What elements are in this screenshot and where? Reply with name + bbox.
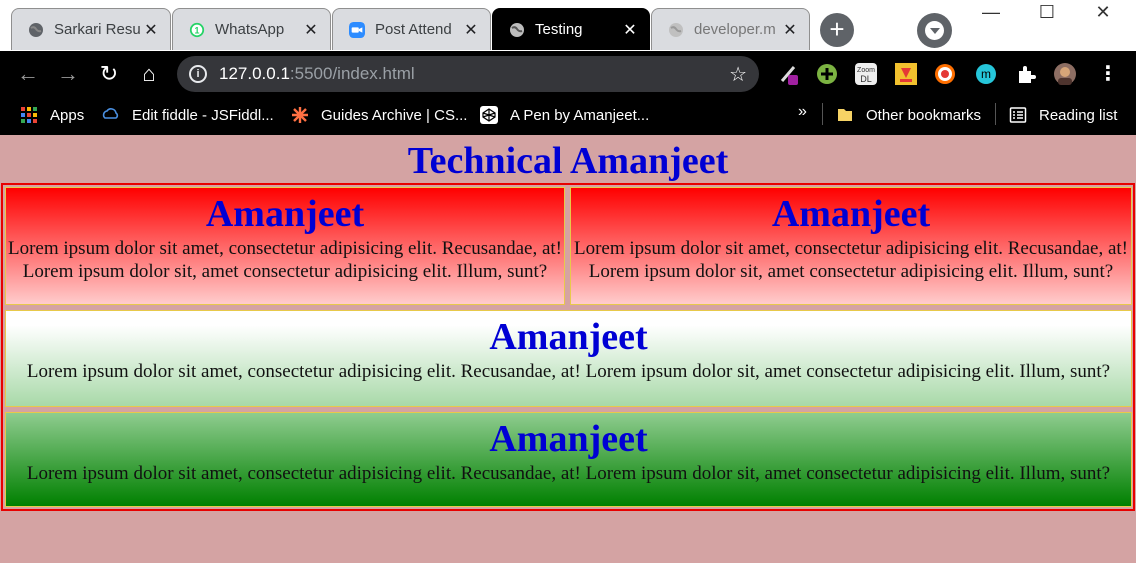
browser-toolbar: ← → ↻ ⌂ i 127.0.0.1:5500/index.html ☆ Zo… — [0, 51, 1136, 96]
tab-sarkari[interactable]: Sarkari Resu ✕ — [11, 8, 171, 50]
close-tab-icon[interactable]: ✕ — [621, 20, 639, 40]
card-heading: Amanjeet — [489, 316, 648, 358]
maximize-button[interactable]: ☐ — [1024, 0, 1070, 26]
profile-avatar[interactable] — [1054, 63, 1076, 85]
globe-icon — [509, 22, 525, 38]
card-text: Lorem ipsum dolor sit amet, consectetur … — [573, 238, 1128, 282]
tab-testing[interactable]: Testing ✕ — [492, 8, 650, 50]
whatsapp-icon: 1 — [189, 22, 205, 38]
bookmark-label: Edit fiddle - JSFiddl... — [132, 106, 274, 124]
close-window-button[interactable]: ✕ — [1080, 0, 1126, 26]
tab-title: Post Attend — [375, 21, 452, 38]
page-content: Technical Amanjeet Amanjeet Lorem ipsum … — [0, 135, 1136, 563]
bookmark-jsfiddle[interactable]: Edit fiddle - JSFiddl... — [102, 105, 274, 125]
card-top-right: Amanjeet Lorem ipsum dolor sit amet, con… — [570, 187, 1132, 305]
zoom-icon — [349, 21, 365, 38]
screen-recorder-extension-icon[interactable] — [934, 63, 956, 85]
folder-icon — [838, 109, 852, 121]
forward-arrow-icon[interactable]: → — [53, 59, 83, 89]
bookmark-label: Apps — [50, 106, 85, 124]
m-extension-icon[interactable]: m — [975, 63, 997, 85]
card-text: Lorem ipsum dolor sit amet, consectetur … — [8, 238, 563, 282]
bookmark-divider — [995, 103, 996, 125]
zoom-dl-extension-icon[interactable]: Zoom DL — [855, 63, 877, 85]
bookmark-divider — [822, 103, 823, 125]
bookmark-other[interactable]: Other bookmarks — [836, 105, 981, 125]
bookmark-label: A Pen by Amanjeet... — [510, 106, 650, 124]
tab-strip: Sarkari Resu ✕ 1 WhatsApp ✕ Post Attend … — [0, 0, 1136, 51]
close-tab-icon[interactable]: ✕ — [462, 20, 480, 40]
whatsapp-badge: 1 — [195, 25, 200, 35]
site-info-icon[interactable]: i — [189, 65, 207, 83]
download-extension-icon[interactable] — [895, 63, 917, 85]
svg-text:Zoom: Zoom — [857, 67, 875, 74]
tab-whatsapp[interactable]: 1 WhatsApp ✕ — [172, 8, 331, 50]
browser-menu-icon[interactable]: ⋮ — [1098, 61, 1118, 87]
bookmarks-bar: Apps Edit fiddle - JSFiddl... Guides Arc… — [0, 96, 1136, 135]
jsfiddle-icon — [102, 108, 119, 119]
bookmark-css-tricks[interactable]: Guides Archive | CS... — [291, 105, 467, 125]
more-bookmarks-icon[interactable]: » — [798, 103, 807, 121]
puzzle-extensions-icon[interactable] — [1015, 63, 1037, 85]
back-arrow-icon[interactable]: ← — [13, 59, 43, 89]
svg-text:DL: DL — [860, 74, 872, 84]
minimize-button[interactable]: — — [968, 0, 1014, 26]
bookmark-label: Reading list — [1039, 106, 1118, 124]
add-extension-icon[interactable] — [816, 63, 838, 85]
tab-title: Testing — [535, 21, 583, 38]
url-text: 127.0.0.1:5500/index.html — [219, 64, 415, 83]
globe-icon — [668, 22, 684, 38]
close-tab-icon[interactable]: ✕ — [142, 20, 160, 40]
close-tab-icon[interactable]: ✕ — [781, 20, 799, 40]
card-text: Lorem ipsum dolor sit amet, consectetur … — [26, 361, 1111, 382]
card-heading: Amanjeet — [771, 193, 931, 235]
css-tricks-icon — [292, 107, 308, 123]
color-picker-extension-icon[interactable] — [778, 63, 800, 85]
reading-list-icon — [1009, 107, 1027, 123]
card-bottom: Amanjeet Lorem ipsum dolor sit amet, con… — [5, 412, 1132, 507]
globe-icon — [28, 22, 44, 38]
card-text: Lorem ipsum dolor sit amet, consectetur … — [26, 463, 1111, 484]
card-middle: Amanjeet Lorem ipsum dolor sit amet, con… — [5, 310, 1132, 407]
svg-text:m: m — [981, 67, 991, 81]
address-bar[interactable]: i 127.0.0.1:5500/index.html ☆ — [177, 56, 759, 92]
tab-post-attend[interactable]: Post Attend ✕ — [332, 8, 491, 50]
bookmark-codepen[interactable]: A Pen by Amanjeet... — [480, 105, 649, 125]
tab-title: WhatsApp — [215, 21, 285, 38]
bookmark-label: Guides Archive | CS... — [321, 106, 468, 124]
close-tab-icon[interactable]: ✕ — [302, 20, 320, 40]
home-icon[interactable]: ⌂ — [134, 59, 164, 89]
bookmark-star-icon[interactable]: ☆ — [729, 62, 747, 87]
codepen-icon — [480, 106, 498, 124]
tab-search-icon[interactable] — [917, 13, 952, 48]
reload-icon[interactable]: ↻ — [94, 59, 124, 89]
reading-list[interactable]: Reading list — [1009, 105, 1117, 125]
cards-container: Amanjeet Lorem ipsum dolor sit amet, con… — [1, 183, 1135, 511]
apps-grid-icon — [21, 107, 37, 123]
page-title: Technical Amanjeet — [407, 140, 729, 182]
tab-developer[interactable]: developer.m ✕ — [651, 8, 810, 50]
card-heading: Amanjeet — [489, 418, 648, 460]
new-tab-button[interactable]: + — [820, 13, 854, 47]
tab-title: Sarkari Resu — [54, 21, 141, 38]
bookmark-apps[interactable]: Apps — [20, 105, 84, 125]
card-top-left: Amanjeet Lorem ipsum dolor sit amet, con… — [5, 187, 565, 305]
bookmark-label: Other bookmarks — [866, 106, 982, 124]
card-heading: Amanjeet — [205, 193, 365, 235]
tab-title: developer.m — [694, 21, 776, 38]
